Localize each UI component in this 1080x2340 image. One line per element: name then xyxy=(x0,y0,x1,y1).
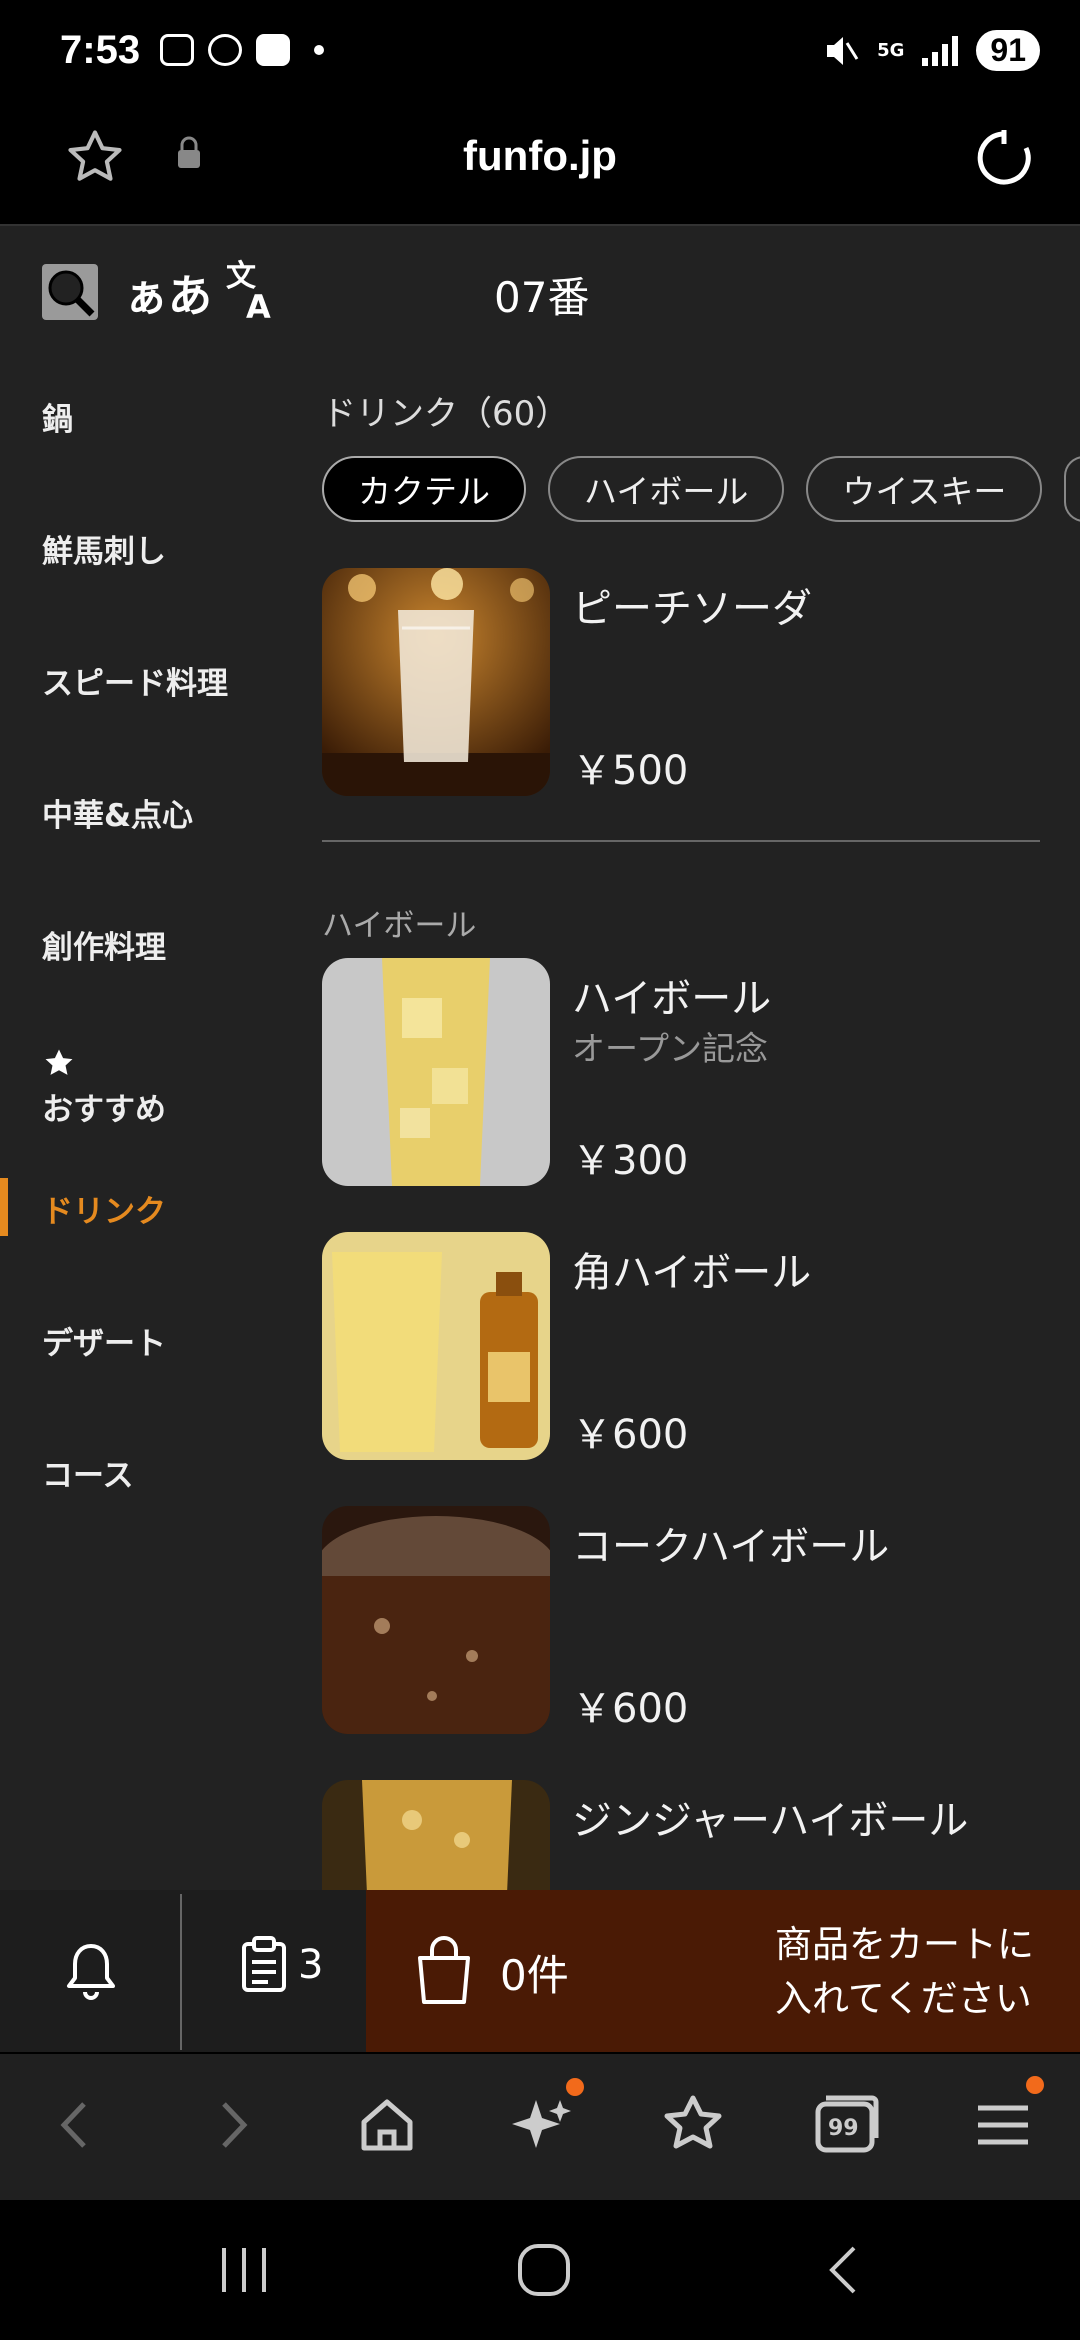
subcategory-chips: カクテル ハイボール ウイスキー xyxy=(322,456,1080,522)
item-price: ￥600 xyxy=(572,1686,689,1732)
item-name: ピーチソーダ xyxy=(572,586,812,632)
chip-highball[interactable]: ハイボール xyxy=(548,456,785,522)
mute-icon xyxy=(827,36,859,65)
tv-icon xyxy=(256,34,290,66)
cart-message-line2: 入れてください xyxy=(775,1977,1032,2020)
status-right-icons: 5G 91 xyxy=(823,30,1040,71)
item-image xyxy=(322,1780,550,1892)
item-name: ジンジャーハイボール xyxy=(572,1798,969,1844)
item-subtitle: オープン記念 xyxy=(572,1029,769,1068)
notification-badge xyxy=(1026,2076,1044,2094)
forward-icon[interactable] xyxy=(198,2090,268,2160)
chip-more[interactable] xyxy=(1064,456,1080,522)
tabs-count: 99 xyxy=(828,2116,859,2141)
item-image xyxy=(322,1506,550,1734)
order-history-button[interactable]: 3 xyxy=(240,1936,323,1994)
sidebar-item-basashi[interactable]: 鮮馬刺し xyxy=(42,526,166,571)
item-image xyxy=(322,568,550,796)
item-name: ハイボール xyxy=(572,976,772,1022)
url-text[interactable]: funfo.jp xyxy=(0,132,1080,180)
search-icon[interactable] xyxy=(42,264,98,320)
bell-icon[interactable] xyxy=(64,1940,118,2000)
menu-item[interactable]: ハイボール オープン記念 ￥300 xyxy=(322,958,1062,1186)
table-number: 07番 xyxy=(494,273,590,322)
sidebar-item-speed[interactable]: スピード料理 xyxy=(42,658,228,703)
system-back-icon[interactable] xyxy=(816,2240,876,2300)
chip-cocktail[interactable]: カクテル xyxy=(322,456,526,522)
home-icon[interactable] xyxy=(352,2090,422,2160)
item-name: 角ハイボール xyxy=(572,1250,812,1296)
browser-toolbar: 99 xyxy=(0,2054,1080,2200)
menu-icon[interactable] xyxy=(968,2090,1038,2160)
home-button-icon[interactable] xyxy=(514,2240,574,2300)
status-left-icons xyxy=(160,34,324,66)
divider xyxy=(322,840,1040,842)
section-title: ドリンク（60） xyxy=(322,394,570,434)
sidebar-item-label: おすすめ xyxy=(42,1092,166,1128)
sparkle-icon[interactable] xyxy=(506,2090,576,2160)
item-price: ￥500 xyxy=(572,748,689,794)
chip-whisky[interactable]: ウイスキー xyxy=(806,456,1043,522)
menu-item[interactable]: 角ハイボール ￥600 xyxy=(322,1232,1062,1460)
star-icon xyxy=(45,1049,73,1075)
clipboard-icon xyxy=(242,1936,286,1992)
page-content: ぁあ 文 A 07番 鍋 鮮馬刺し スピード料理 中華&点心 創作料理 おすすめ… xyxy=(0,226,1080,1892)
item-name: コークハイボール xyxy=(572,1524,890,1570)
cart-count: 0件 xyxy=(500,1951,569,2000)
back-icon[interactable] xyxy=(40,2090,110,2160)
status-time: 7:53 xyxy=(60,28,141,72)
sidebar-item-creative[interactable]: 創作料理 xyxy=(42,922,166,967)
line-icon xyxy=(208,34,242,66)
menu-item[interactable]: ジンジャーハイボール xyxy=(322,1780,1062,1892)
svg-text:A: A xyxy=(246,288,271,322)
screenshot-icon xyxy=(160,34,194,66)
recents-icon[interactable] xyxy=(214,2240,274,2300)
active-indicator xyxy=(0,1178,8,1236)
signal-icon xyxy=(922,35,959,66)
menu-item[interactable]: コークハイボール ￥600 xyxy=(322,1506,1062,1734)
5g-icon: 5G xyxy=(877,40,905,61)
reload-icon[interactable] xyxy=(972,126,1036,190)
menu-item[interactable]: ピーチソーダ ￥500 xyxy=(322,568,1062,796)
cart-message: 商品をカートに 入れてください xyxy=(775,1918,1034,2026)
shopping-bag-icon xyxy=(418,1936,470,2004)
item-price: ￥600 xyxy=(572,1412,689,1458)
divider xyxy=(180,1894,182,2050)
sidebar-item-chinese[interactable]: 中華&点心 xyxy=(42,790,193,835)
cart-button[interactable]: 0件 商品をカートに 入れてください xyxy=(366,1890,1080,2052)
page-header: ぁあ 文 A 07番 xyxy=(0,226,1080,356)
order-bar: 3 0件 商品をカートに 入れてください xyxy=(0,1890,1080,2052)
system-nav-bar xyxy=(0,2200,1080,2340)
sidebar-item-recommended[interactable]: おすすめ xyxy=(42,1046,166,1129)
dot-icon xyxy=(314,45,324,55)
sidebar-item-drink[interactable]: ドリンク xyxy=(42,1186,166,1231)
sidebar-item-nabe[interactable]: 鍋 xyxy=(42,394,73,439)
bookmarks-icon[interactable] xyxy=(658,2090,728,2160)
cart-message-line1: 商品をカートに xyxy=(775,1923,1034,1966)
sidebar-item-dessert[interactable]: デザート xyxy=(42,1318,166,1363)
battery-icon: 91 xyxy=(976,30,1040,71)
orders-count: 3 xyxy=(298,1942,324,1988)
browser-url-bar: funfo.jp xyxy=(0,108,1080,226)
subsection-heading: ハイボール xyxy=(322,908,477,944)
translate-icon[interactable]: 文 A xyxy=(224,256,282,322)
notification-badge xyxy=(566,2078,584,2096)
tabs-icon[interactable]: 99 xyxy=(812,2090,882,2160)
item-image xyxy=(322,1232,550,1460)
status-bar: 7:53 5G 91 xyxy=(0,0,1080,108)
font-size-button[interactable]: ぁあ xyxy=(124,260,212,324)
sidebar-item-course[interactable]: コース xyxy=(42,1450,133,1495)
item-image xyxy=(322,958,550,1186)
item-price: ￥300 xyxy=(572,1138,689,1184)
